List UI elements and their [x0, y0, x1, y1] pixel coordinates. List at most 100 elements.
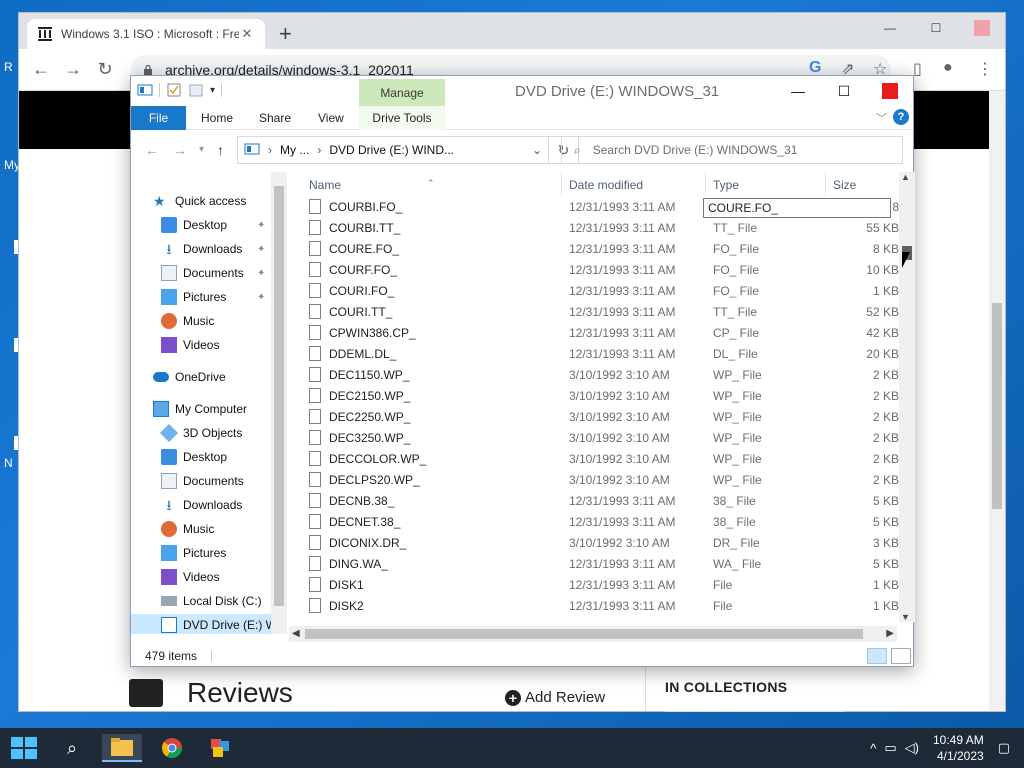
- column-divider[interactable]: [561, 172, 562, 196]
- nav-quick-documents[interactable]: Documents ✦: [161, 262, 287, 284]
- nav-dvd-drive[interactable]: DVD Drive (E:) W: [131, 614, 277, 634]
- notifications-icon[interactable]: ▢: [998, 740, 1010, 756]
- nav-desktop[interactable]: Desktop: [161, 446, 287, 468]
- scroll-right-arrow-icon[interactable]: ▶: [886, 628, 894, 639]
- file-row[interactable]: DECLPS20.WP_ 3/10/1992 3:10 AM WP_ File 2 K…: [289, 469, 899, 490]
- pin-icon[interactable]: ✦: [257, 244, 265, 255]
- clock[interactable]: 10:49 AM 4/1/2023: [933, 732, 984, 764]
- nav-onedrive[interactable]: OneDrive: [153, 366, 287, 388]
- nav-my-computer[interactable]: My Computer: [153, 398, 287, 420]
- nav-local-disk[interactable]: Local Disk (C:): [161, 590, 287, 612]
- network-icon[interactable]: ▭: [884, 740, 896, 756]
- explorer-app-icon[interactable]: [137, 82, 153, 98]
- pin-icon[interactable]: ✦: [257, 268, 265, 279]
- nav-pictures[interactable]: Pictures: [161, 542, 287, 564]
- start-windows-icon[interactable]: [4, 734, 44, 762]
- nav-downloads[interactable]: ⭳ Downloads: [161, 494, 287, 516]
- column-type[interactable]: Type: [713, 178, 739, 192]
- nav-documents[interactable]: Documents: [161, 470, 287, 492]
- new-tab-button[interactable]: +: [279, 23, 292, 45]
- file-row[interactable]: DEC3250.WP_ 3/10/1992 3:10 AM WP_ File 2 KB: [289, 427, 899, 448]
- forward-arrow-icon[interactable]: →: [61, 59, 85, 80]
- explorer-minimize-button[interactable]: —: [775, 76, 821, 106]
- file-row[interactable]: DISK1 12/31/1993 3:11 AM File 1 KB: [289, 574, 899, 595]
- breadcrumb[interactable]: › My ... › DVD Drive (E:) WIND... ⌄: [237, 136, 549, 164]
- column-name[interactable]: Name: [309, 178, 341, 192]
- chevron-down-icon[interactable]: ⌄: [532, 143, 542, 157]
- file-row[interactable]: COURI.FO_ 12/31/1993 3:11 AM FO_ File 1 KB: [289, 280, 899, 301]
- column-divider[interactable]: [705, 172, 706, 196]
- details-view-button[interactable]: [867, 648, 887, 664]
- help-icon[interactable]: ?: [893, 109, 909, 125]
- nav-quick-videos[interactable]: Videos: [161, 334, 287, 356]
- profile-avatar-icon[interactable]: ●: [943, 59, 953, 77]
- nav-pane-scrollbar-thumb[interactable]: [274, 186, 284, 606]
- search-input[interactable]: ⌕ Search DVD Drive (E:) WINDOWS_31: [561, 136, 903, 164]
- breadcrumb-item-my-computer[interactable]: My ...: [280, 143, 309, 157]
- scroll-up-arrow-icon[interactable]: ▲: [901, 172, 910, 182]
- qat-dropdown-icon[interactable]: ▾: [210, 85, 215, 96]
- nav-music[interactable]: Music: [161, 518, 287, 540]
- forward-arrow-icon[interactable]: →: [173, 142, 187, 158]
- search-icon[interactable]: ⌕: [52, 734, 92, 762]
- tab-share[interactable]: Share: [259, 106, 291, 130]
- column-date-modified[interactable]: Date modified: [569, 178, 643, 192]
- add-review-link[interactable]: + Add Review: [505, 689, 605, 706]
- nav-quick-downloads[interactable]: ⭳ Downloads ✦: [161, 238, 287, 260]
- large-icons-view-button[interactable]: [891, 648, 911, 664]
- nav-quick-music[interactable]: Music: [161, 310, 287, 332]
- file-row[interactable]: DDEML.DL_ 12/31/1993 3:11 AM DL_ File 20 KB: [289, 343, 899, 364]
- tab-view[interactable]: View: [318, 106, 344, 130]
- scroll-left-arrow-icon[interactable]: ◀: [292, 628, 300, 639]
- tab-home[interactable]: Home: [201, 106, 233, 130]
- file-list-vertical-scrollbar[interactable]: ▲ ▼: [899, 172, 915, 622]
- nav-pane-scrollbar[interactable]: [271, 172, 287, 634]
- file-row[interactable]: CPWIN386.CP_ 12/31/1993 3:11 AM CP_ File 42…: [289, 322, 899, 343]
- reload-icon[interactable]: ↻: [93, 59, 117, 80]
- file-row[interactable]: DECCOLOR.WP_ 3/10/1992 3:10 AM WP_ File 2 K…: [289, 448, 899, 469]
- explorer-maximize-button[interactable]: ☐: [821, 76, 867, 106]
- file-explorer-taskbar-icon[interactable]: [102, 734, 142, 762]
- file-list-horizontal-scrollbar[interactable]: ◀ ▶: [289, 626, 897, 642]
- tab-drive-tools[interactable]: Drive Tools: [359, 106, 445, 130]
- explorer-close-button[interactable]: [867, 76, 913, 106]
- menu-kebab-icon[interactable]: ⋮: [977, 59, 993, 79]
- horizontal-scrollbar-thumb[interactable]: [305, 629, 863, 639]
- expand-ribbon-chevron-icon[interactable]: ﹀: [876, 110, 887, 126]
- nav-quick-access[interactable]: ★ Quick access: [153, 190, 287, 212]
- volume-icon[interactable]: ◁): [905, 740, 919, 756]
- back-arrow-icon[interactable]: ←: [145, 142, 159, 158]
- page-scrollbar-thumb[interactable]: [992, 303, 1002, 509]
- file-row[interactable]: DICONIX.DR_ 3/10/1992 3:10 AM DR_ File 3 KB: [289, 532, 899, 553]
- close-tab-icon[interactable]: ✕: [239, 26, 255, 42]
- app-taskbar-icon[interactable]: [200, 734, 240, 762]
- file-row[interactable]: DECNB.38_ 12/31/1993 3:11 AM 38_ File 5 KB: [289, 490, 899, 511]
- nav-videos[interactable]: Videos: [161, 566, 287, 588]
- scroll-down-arrow-icon[interactable]: ▼: [901, 612, 910, 622]
- file-row[interactable]: DECNET.38_ 12/31/1993 3:11 AM 38_ File 5 KB: [289, 511, 899, 532]
- close-button[interactable]: [959, 13, 1005, 43]
- pin-icon[interactable]: ✦: [257, 220, 265, 231]
- nav-quick-pictures[interactable]: Pictures ✦: [161, 286, 287, 308]
- nav-quick-desktop[interactable]: Desktop ✦: [161, 214, 287, 236]
- file-row[interactable]: COURBI.TT_ 12/31/1993 3:11 AM TT_ File 55 K…: [289, 217, 899, 238]
- minimize-button[interactable]: —: [867, 13, 913, 43]
- page-scrollbar[interactable]: [989, 91, 1005, 711]
- column-size[interactable]: Size: [833, 178, 856, 192]
- pin-icon[interactable]: ✦: [257, 292, 265, 303]
- recent-locations-chevron-icon[interactable]: ▾: [199, 144, 204, 155]
- file-row[interactable]: DEC2150.WP_ 3/10/1992 3:10 AM WP_ File 2 KB: [289, 385, 899, 406]
- file-row[interactable]: DEC1150.WP_ 3/10/1992 3:10 AM WP_ File 2 KB: [289, 364, 899, 385]
- breadcrumb-item-dvd-drive[interactable]: DVD Drive (E:) WIND...: [329, 143, 454, 157]
- file-row[interactable]: DEC2250.WP_ 3/10/1992 3:10 AM WP_ File 2 KB: [289, 406, 899, 427]
- new-folder-icon[interactable]: [188, 82, 204, 98]
- file-row[interactable]: DING.WA_ 12/31/1993 3:11 AM WA_ File 5 KB: [289, 553, 899, 574]
- maximize-button[interactable]: ☐: [913, 13, 959, 43]
- up-arrow-icon[interactable]: ↑: [217, 142, 224, 158]
- show-hidden-icons-chevron-icon[interactable]: ^: [870, 741, 876, 756]
- properties-check-icon[interactable]: [166, 82, 182, 98]
- back-arrow-icon[interactable]: ←: [29, 59, 53, 80]
- file-row[interactable]: COURF.FO_ 12/31/1993 3:11 AM FO_ File 10 KB: [289, 259, 899, 280]
- column-divider[interactable]: [825, 172, 826, 196]
- side-panel-icon[interactable]: ▯: [913, 59, 922, 79]
